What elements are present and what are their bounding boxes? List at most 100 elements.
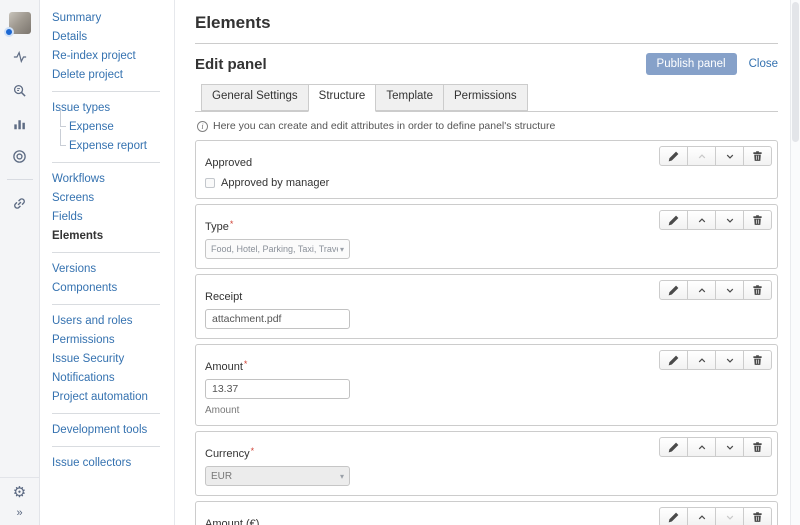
delete-attribute-button[interactable] [743, 507, 772, 525]
tab-permissions[interactable]: Permissions [443, 84, 528, 111]
page-scrollbar-thumb[interactable] [792, 2, 799, 142]
rail-divider [7, 179, 33, 180]
attribute-actions [659, 437, 772, 457]
checkbox[interactable] [205, 178, 215, 188]
pencil-icon [668, 355, 679, 366]
edit-attribute-button[interactable] [659, 350, 688, 370]
sidebar-item-elements[interactable]: Elements [52, 230, 174, 242]
move-up-button[interactable] [687, 210, 716, 230]
move-down-button[interactable] [715, 210, 744, 230]
text-field[interactable] [205, 309, 350, 329]
chevron-up-icon [697, 216, 707, 225]
tab-structure[interactable]: Structure [308, 84, 377, 112]
edit-attribute-button[interactable] [659, 210, 688, 230]
sidebar-item-workflows[interactable]: Workflows [52, 173, 174, 185]
edit-attribute-button[interactable] [659, 437, 688, 457]
sidebar-item-users-and-roles[interactable]: Users and roles [52, 315, 174, 327]
panel-tabs: General SettingsStructureTemplatePermiss… [195, 84, 778, 112]
settings-ring-icon[interactable] [8, 145, 32, 167]
text-field[interactable] [205, 379, 350, 399]
sidebar-item-versions[interactable]: Versions [52, 263, 174, 275]
move-down-button[interactable] [715, 146, 744, 166]
expand-icon[interactable]: » [16, 507, 22, 519]
sidebar-item-issue-security[interactable]: Issue Security [52, 353, 174, 365]
chevron-up-icon [697, 152, 707, 161]
tab-general-settings[interactable]: General Settings [201, 84, 309, 111]
trash-icon [752, 284, 763, 296]
info-row: i Here you can create and edit attribute… [197, 120, 778, 132]
trash-icon [752, 354, 763, 366]
attribute-panel: Receipt [195, 274, 778, 339]
required-indicator: * [230, 219, 234, 229]
attribute-panel: Amount (€)1▾23▾if(element.Currency == 'G… [195, 501, 778, 525]
project-avatar[interactable] [9, 12, 31, 34]
delete-attribute-button[interactable] [743, 280, 772, 300]
pencil-icon [668, 151, 679, 162]
delete-attribute-button[interactable] [743, 437, 772, 457]
required-indicator: * [244, 359, 248, 369]
sidebar-item-development-tools[interactable]: Development tools [52, 424, 174, 436]
sidebar-divider [52, 162, 160, 163]
sidebar-item-components[interactable]: Components [52, 282, 174, 294]
pencil-icon [668, 512, 679, 523]
delete-attribute-button[interactable] [743, 210, 772, 230]
activity-icon[interactable] [8, 46, 32, 68]
attribute-actions [659, 350, 772, 370]
sidebar-item-notifications[interactable]: Notifications [52, 372, 174, 384]
move-up-button[interactable] [687, 437, 716, 457]
attribute-actions [659, 146, 772, 166]
select-field[interactable]: EUR▾ [205, 466, 350, 486]
sidebar-divider [52, 252, 160, 253]
delete-attribute-button[interactable] [743, 146, 772, 166]
close-link[interactable]: Close [749, 58, 778, 70]
attribute-panel: Currency*EUR▾ [195, 431, 778, 496]
edit-attribute-button[interactable] [659, 507, 688, 525]
chevron-down-icon: ▾ [340, 472, 344, 481]
link-icon[interactable] [8, 192, 32, 214]
rail-bottom: ⚙» [0, 477, 39, 525]
move-up-button[interactable] [687, 280, 716, 300]
sidebar-item-re-index-project[interactable]: Re-index project [52, 50, 174, 62]
sidebar-item-screens[interactable]: Screens [52, 192, 174, 204]
attribute-helper-text: Amount [205, 405, 768, 416]
page-title: Elements [195, 13, 778, 33]
chevron-down-icon [725, 152, 735, 161]
checkbox-row: Approved by manager [205, 177, 768, 189]
move-down-button[interactable] [715, 350, 744, 370]
sidebar-item-expense[interactable]: Expense [58, 121, 174, 133]
current-project-badge [4, 27, 14, 37]
sidebar-item-permissions[interactable]: Permissions [52, 334, 174, 346]
move-up-button[interactable] [687, 350, 716, 370]
sidebar-item-details[interactable]: Details [52, 31, 174, 43]
chevron-up-icon [697, 443, 707, 452]
select-field[interactable]: Food, Hotel, Parking, Taxi, Travel,..▾ [205, 239, 350, 259]
required-indicator: * [251, 446, 255, 456]
sidebar-item-fields[interactable]: Fields [52, 211, 174, 223]
sidebar-item-expense-report[interactable]: Expense report [58, 140, 174, 152]
publish-panel-button[interactable]: Publish panel [646, 53, 737, 75]
sidebar-item-project-automation[interactable]: Project automation [52, 391, 174, 403]
reports-icon[interactable] [8, 112, 32, 134]
sidebar-item-delete-project[interactable]: Delete project [52, 69, 174, 81]
pencil-icon [668, 442, 679, 453]
move-down-button[interactable] [715, 437, 744, 457]
app-icon-rail: ⚙» [0, 0, 40, 525]
chevron-down-icon [725, 443, 735, 452]
move-up-button[interactable] [687, 507, 716, 525]
sidebar-item-summary[interactable]: Summary [52, 12, 174, 24]
page-scrollbar[interactable] [790, 0, 800, 525]
gear-icon[interactable]: ⚙ [13, 485, 26, 501]
info-icon: i [197, 121, 208, 132]
attribute-actions [659, 280, 772, 300]
edit-attribute-button[interactable] [659, 280, 688, 300]
sidebar-item-issue-types[interactable]: Issue types [52, 102, 174, 114]
chevron-down-icon [725, 216, 735, 225]
tab-template[interactable]: Template [375, 84, 444, 111]
move-down-button[interactable] [715, 280, 744, 300]
chevron-up-icon [697, 356, 707, 365]
chevron-down-icon: ▾ [340, 245, 344, 254]
sidebar-item-issue-collectors[interactable]: Issue collectors [52, 457, 174, 469]
edit-attribute-button[interactable] [659, 146, 688, 166]
search-icon[interactable] [8, 79, 32, 101]
delete-attribute-button[interactable] [743, 350, 772, 370]
